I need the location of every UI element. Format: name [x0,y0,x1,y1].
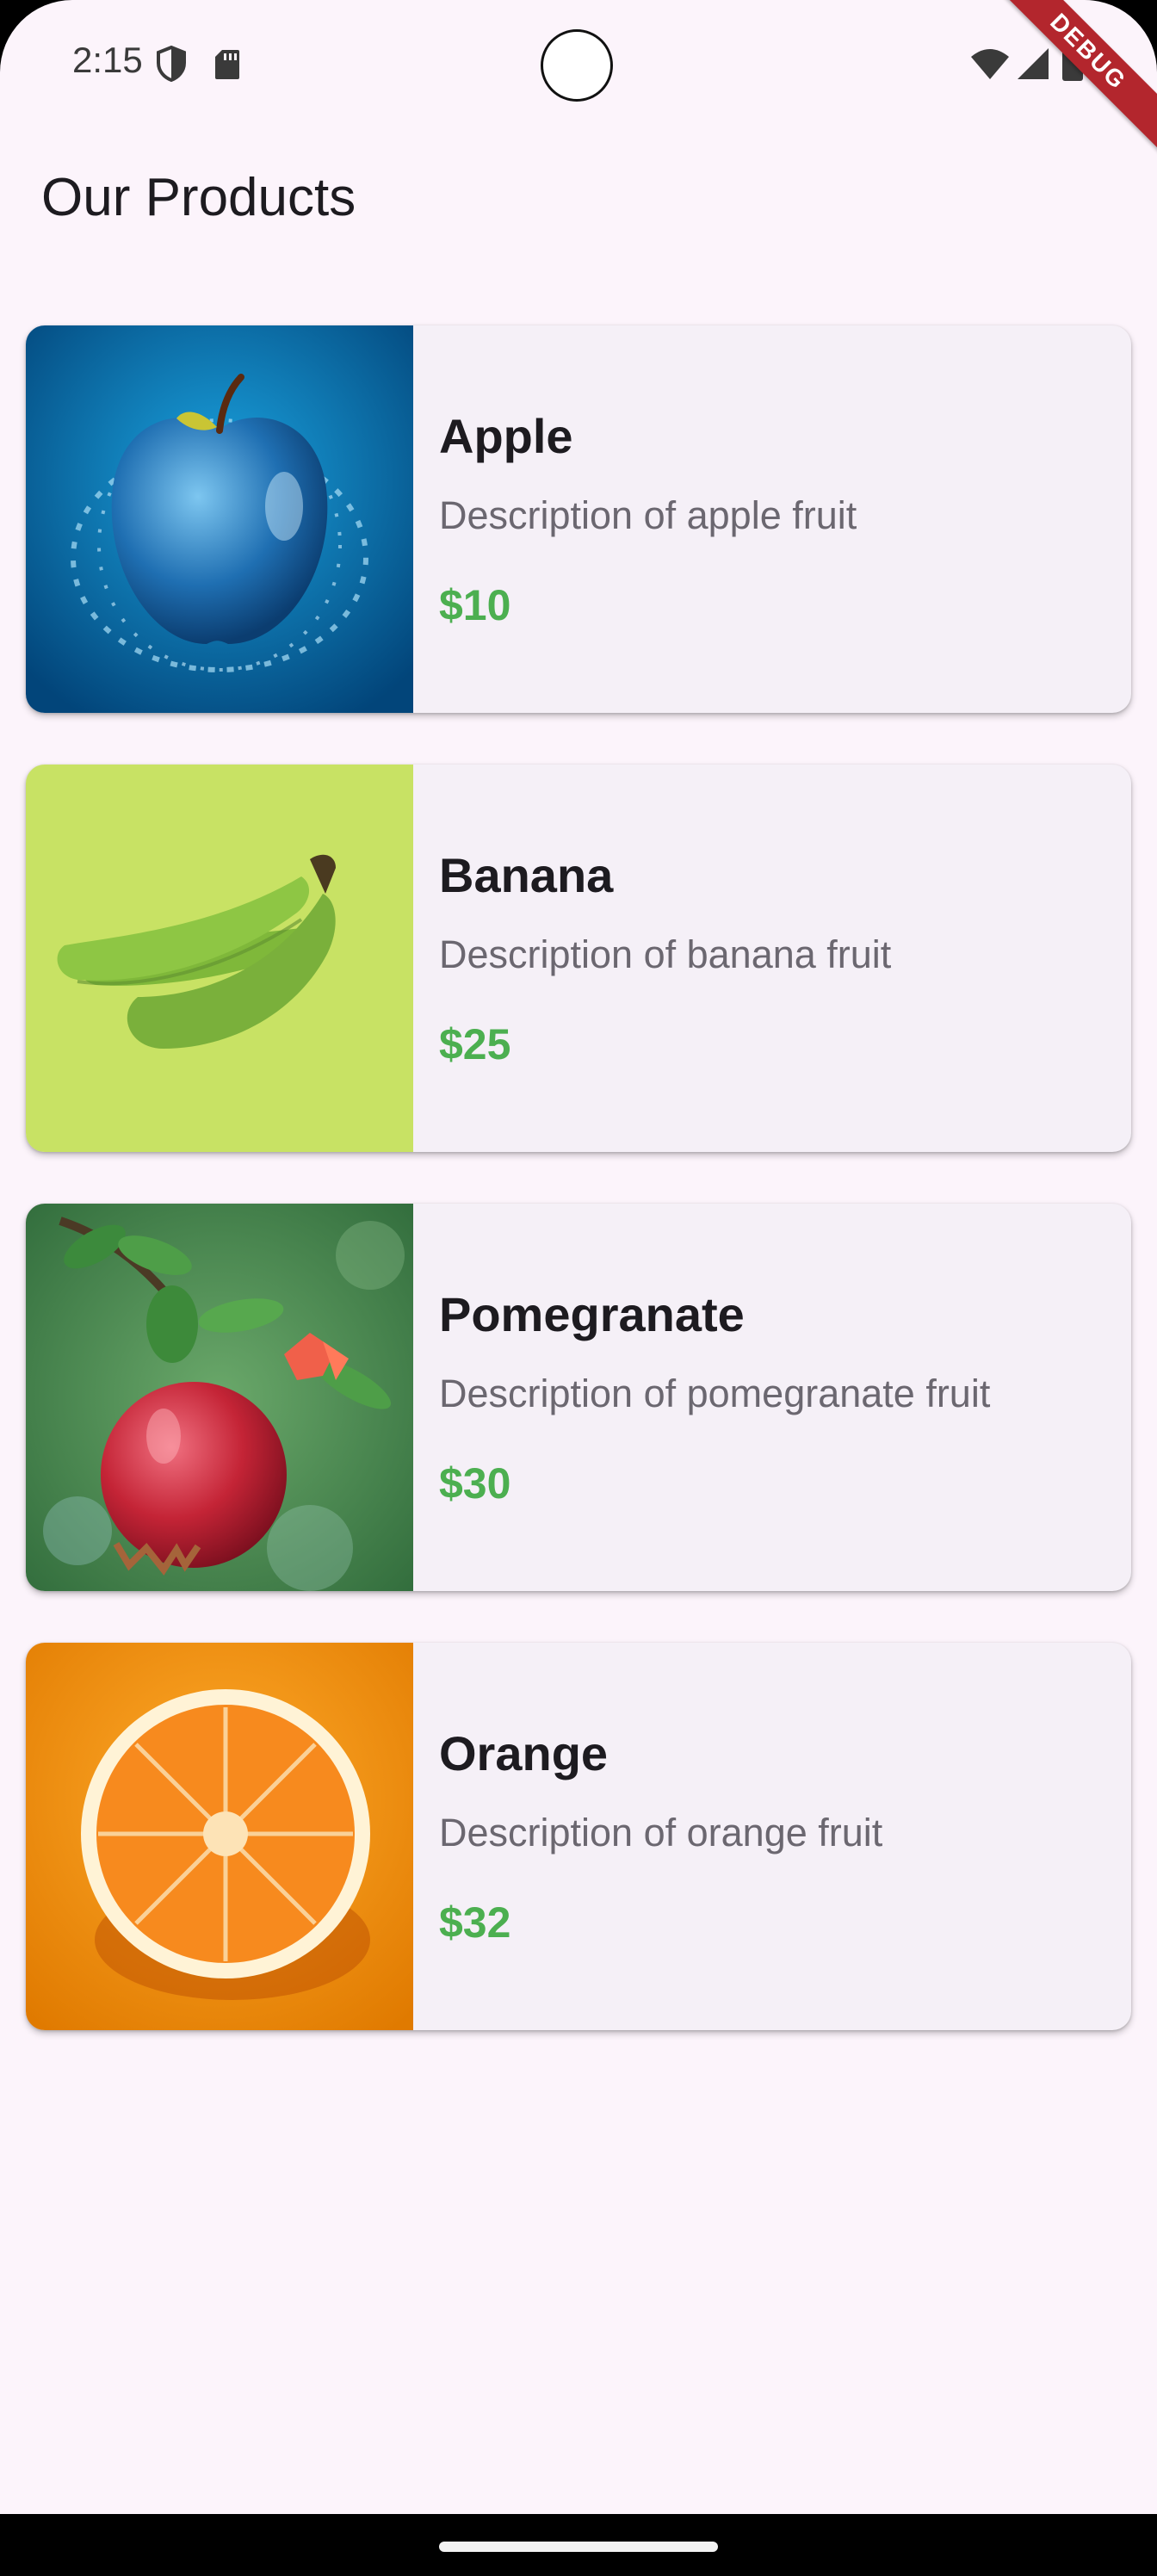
product-price: $10 [439,581,511,629]
product-name: Apple [439,409,573,463]
product-card-banana[interactable]: Banana Description of banana fruit $25 [26,765,1131,1152]
apple-image [26,325,413,713]
product-price: $25 [439,1020,511,1068]
shield-icon [157,45,186,83]
sd-card-icon [215,50,239,79]
status-bar: 2:15 DEBUG [0,0,1157,157]
product-description: Description of pomegranate fruit [439,1372,991,1415]
page-title: Our Products [41,168,356,227]
signal-icon [1018,48,1049,79]
product-list: Apple Description of apple fruit $10 Ban… [26,325,1131,2082]
product-card-apple[interactable]: Apple Description of apple fruit $10 [26,325,1131,713]
product-card-pomegranate[interactable]: Pomegranate Description of pomegranate f… [26,1204,1131,1591]
product-name: Orange [439,1726,609,1780]
product-description: Description of orange fruit [439,1811,883,1855]
product-name: Pomegranate [439,1287,745,1341]
camera-cutout [541,29,613,102]
orange-image [26,1643,413,2030]
pomegranate-image [26,1204,413,1591]
app-screen: 2:15 DEBUG Our Products Apple Descriptio… [0,0,1157,2514]
wifi-icon [971,49,1009,79]
product-price: $32 [439,1898,511,1947]
product-card-orange[interactable]: Orange Description of orange fruit $32 [26,1643,1131,2030]
product-price: $30 [439,1459,511,1508]
banana-image [26,765,413,1152]
home-indicator[interactable] [439,2542,718,2552]
status-time: 2:15 [72,40,143,80]
product-description: Description of apple fruit [439,493,857,537]
product-description: Description of banana fruit [439,932,892,976]
product-name: Banana [439,848,614,902]
